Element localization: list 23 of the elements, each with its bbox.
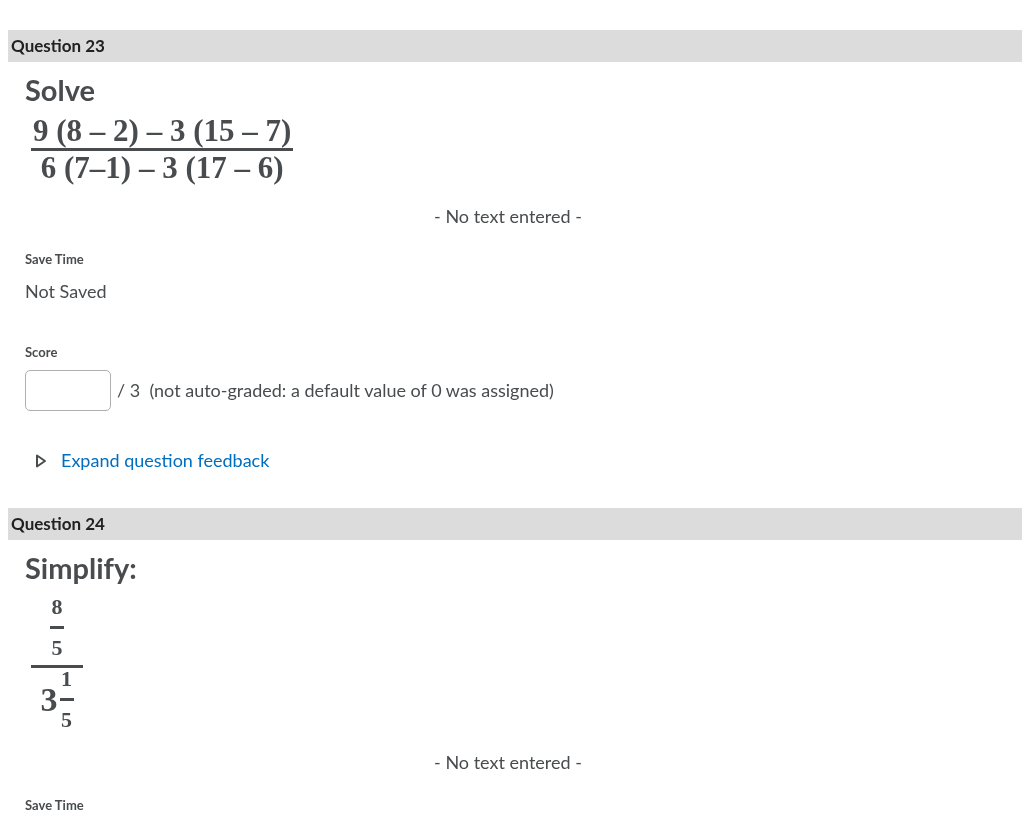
question-prompt: Solve	[25, 72, 97, 108]
field-label: Save Time	[25, 796, 85, 815]
field-label: Save Time	[25, 250, 85, 269]
question-number: Question 23	[11, 34, 105, 59]
answer-text: - No text entered -	[434, 750, 582, 775]
expand-feedback-link[interactable]: Expand question feedback	[61, 447, 270, 474]
score-input[interactable]	[25, 370, 111, 411]
fraction-bar	[50, 626, 64, 629]
denominator: 5	[61, 709, 72, 731]
answer-text: - No text entered -	[434, 204, 582, 229]
numerator: 9 (8 – 2) – 3 (15 – 7)	[32, 114, 293, 148]
fraction-bar	[59, 698, 74, 701]
whole-number: 3	[40, 680, 58, 720]
field-label: Score	[25, 342, 59, 362]
question-prompt: Simplify:	[25, 550, 138, 586]
denominator: 6 (7–1) – 3 (17 – 6)	[40, 151, 284, 185]
numerator: 8	[51, 596, 63, 618]
denominator: 5	[51, 637, 63, 659]
score-note: / 3 (not auto-graded: a default value of 0 was assigned)	[117, 378, 554, 403]
question-number: Question 24	[11, 512, 105, 537]
numerator: 1	[61, 668, 72, 690]
fraction-bar	[31, 665, 83, 668]
save-time-value: Not Saved	[25, 278, 108, 304]
